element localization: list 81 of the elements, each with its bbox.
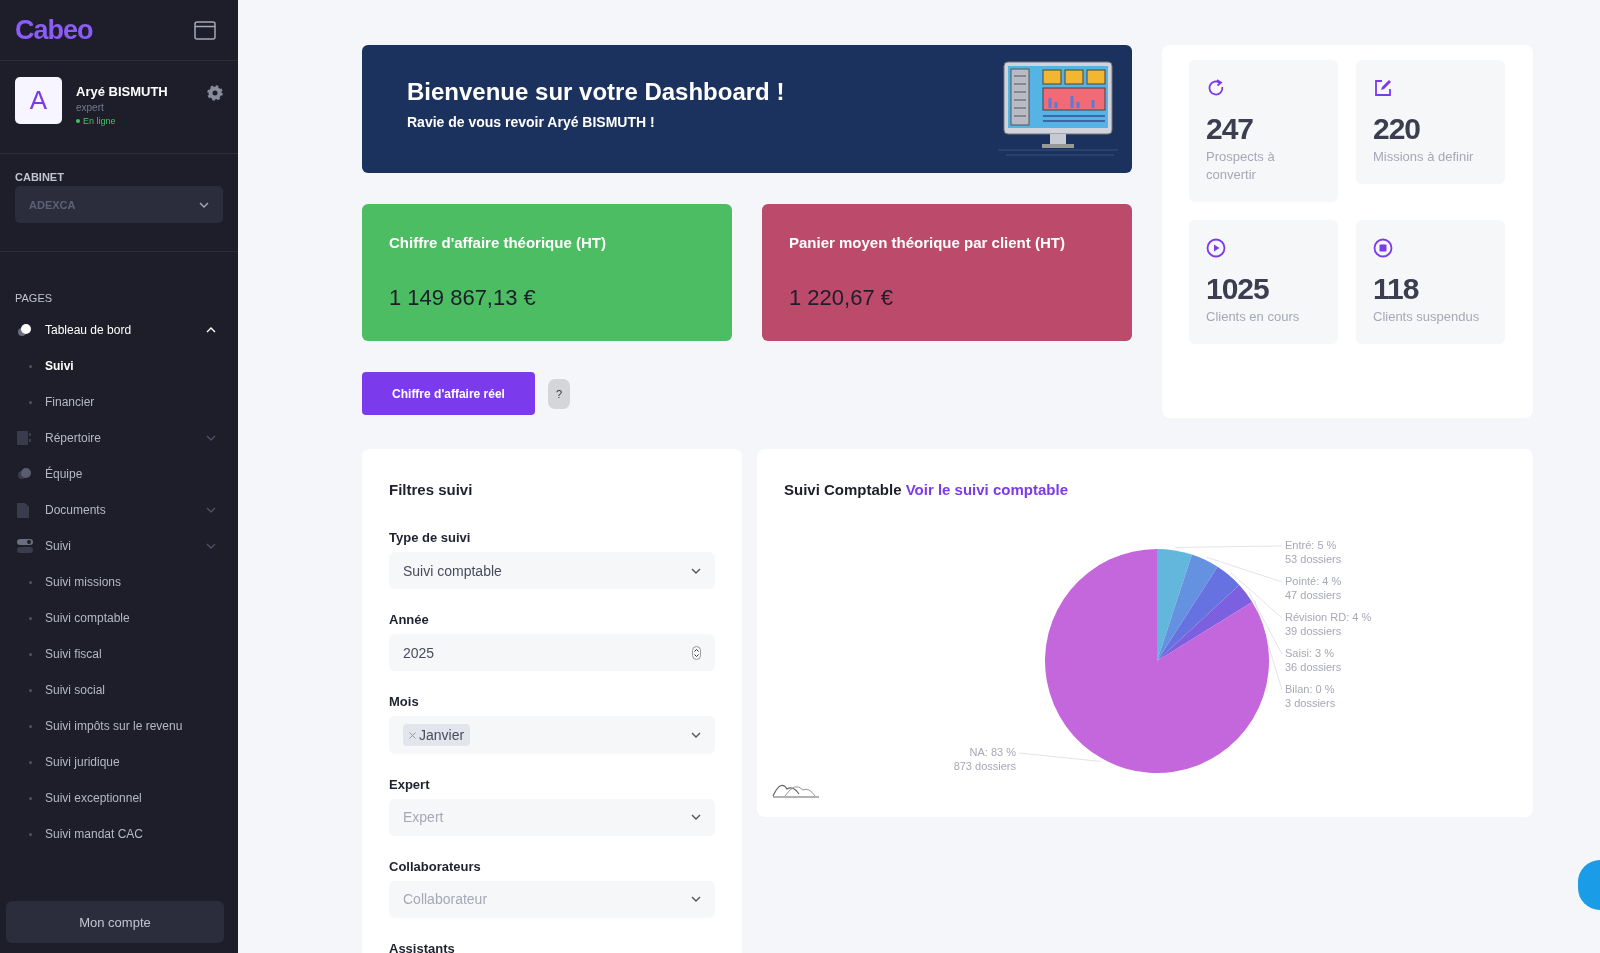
chevron-icon bbox=[206, 507, 216, 513]
nav-subitem[interactable]: Suivi bbox=[0, 348, 238, 384]
cabinet-label: CABINET bbox=[15, 171, 65, 183]
avatar: A bbox=[15, 77, 62, 124]
refresh-icon bbox=[1206, 78, 1226, 98]
chevron-icon bbox=[206, 435, 216, 441]
nav-item[interactable]: Suivi bbox=[0, 528, 238, 564]
user-role: expert bbox=[76, 102, 105, 113]
chevron-icon bbox=[691, 567, 701, 574]
contacts-icon bbox=[17, 431, 31, 445]
slice-label: NA: 83 % 873 dossiers bbox=[953, 746, 1016, 772]
nav-subitem[interactable]: Suivi juridique bbox=[0, 744, 238, 780]
stat-label: Clients suspendus bbox=[1373, 308, 1481, 326]
settings-icon[interactable] bbox=[207, 85, 223, 101]
field-label: Expert bbox=[389, 776, 431, 792]
nav-item[interactable]: Tableau de bord bbox=[0, 312, 238, 348]
banner-subtitle: Ravie de vous revoir Aryé BISMUTH ! bbox=[407, 114, 656, 130]
stat-label: Prospects à convertir bbox=[1206, 148, 1276, 184]
chat-button[interactable] bbox=[1578, 860, 1600, 910]
slice-label: Bilan: 0 % 3 dossiers bbox=[1285, 683, 1336, 709]
user-name: Aryé BISMUTH bbox=[76, 84, 169, 99]
nav-subitem[interactable]: Financier bbox=[0, 384, 238, 420]
real-revenue-button[interactable]: Chiffre d'affaire réel bbox=[362, 372, 535, 415]
select-field[interactable]: Suivi comptable bbox=[389, 552, 715, 590]
stat-value: 1025 bbox=[1206, 272, 1270, 306]
team-icon bbox=[17, 467, 33, 481]
toggle-icon bbox=[17, 539, 33, 553]
user-status: En ligne bbox=[76, 116, 193, 126]
stat-label: Missions à definir bbox=[1373, 148, 1475, 166]
chart-title: Suivi Comptable bbox=[784, 481, 902, 498]
nav-item[interactable]: Documents bbox=[0, 492, 238, 528]
field-label: Collaborateurs bbox=[389, 858, 482, 874]
chart-reset-icon[interactable] bbox=[772, 784, 820, 798]
kpi-value: 1 149 867,13 € bbox=[389, 285, 537, 311]
stat-value: 220 bbox=[1373, 112, 1422, 146]
window-icon[interactable] bbox=[194, 20, 216, 40]
nav-subitem[interactable]: Suivi exceptionnel bbox=[0, 780, 238, 816]
stat-value: 118 bbox=[1373, 272, 1420, 306]
logo[interactable]: Cabeo bbox=[15, 14, 93, 46]
nav-subitem[interactable]: Suivi mandat CAC bbox=[0, 816, 238, 852]
slice-label: Pointé: 4 % 47 dossiers bbox=[1285, 575, 1342, 601]
stat-value: 247 bbox=[1206, 112, 1255, 146]
field-label: Assistants bbox=[389, 941, 456, 953]
nav-subitem[interactable]: Suivi missions bbox=[0, 564, 238, 600]
nav-subitem[interactable]: Suivi fiscal bbox=[0, 636, 238, 672]
kpi-label: Chiffre d'affaire théorique (HT) bbox=[389, 234, 607, 251]
month-tag[interactable]: Janvier bbox=[403, 724, 471, 746]
slice-label: Révision RD: 4 % 39 dossiers bbox=[1285, 611, 1372, 637]
nav-item[interactable]: Répertoire bbox=[0, 420, 238, 456]
kpi-label: Panier moyen théorique par client (HT) bbox=[789, 234, 1066, 251]
stat-label: Clients en cours bbox=[1206, 308, 1301, 326]
multiselect-field[interactable]: Janvier bbox=[389, 716, 715, 754]
chevron-icon bbox=[206, 543, 216, 549]
chevron-icon bbox=[206, 327, 216, 333]
kpi-value: 1 220,67 € bbox=[789, 285, 894, 311]
nav-subitem[interactable]: Suivi social bbox=[0, 672, 238, 708]
field-label: Mois bbox=[389, 694, 420, 710]
nav-subitem[interactable]: Suivi impôts sur le revenu bbox=[0, 708, 238, 744]
nav-item[interactable]: Équipe bbox=[0, 456, 238, 492]
field-label: Type de suivi bbox=[389, 530, 472, 545]
filters-title: Filtres suivi bbox=[389, 481, 474, 498]
cube-icon bbox=[17, 323, 33, 337]
play-icon bbox=[1206, 238, 1226, 258]
slice-label: Entré: 5 % 53 dossiers bbox=[1285, 539, 1342, 565]
file-icon bbox=[17, 502, 29, 518]
chevron-icon bbox=[691, 896, 701, 903]
edit-icon bbox=[1373, 78, 1393, 98]
nav-subitem[interactable]: Suivi comptable bbox=[0, 600, 238, 636]
stepper-icon[interactable] bbox=[692, 645, 701, 660]
account-button[interactable]: Mon compte bbox=[6, 901, 224, 943]
stop-icon bbox=[1373, 238, 1393, 258]
chevron-icon bbox=[691, 814, 701, 821]
chevron-icon bbox=[691, 732, 701, 738]
field-label: Année bbox=[389, 612, 430, 628]
chart-link[interactable]: Voir le suivi comptable bbox=[905, 481, 1068, 498]
chevron-icon bbox=[199, 201, 209, 208]
slice-label: Saisi: 3 % 36 dossiers bbox=[1285, 647, 1342, 673]
section-label: PAGES bbox=[14, 291, 54, 306]
banner-title: Bienvenue sur votre Dashboard ! bbox=[407, 78, 785, 106]
help-button[interactable]: ? bbox=[548, 378, 570, 409]
number-field[interactable]: 2025 bbox=[389, 634, 715, 672]
